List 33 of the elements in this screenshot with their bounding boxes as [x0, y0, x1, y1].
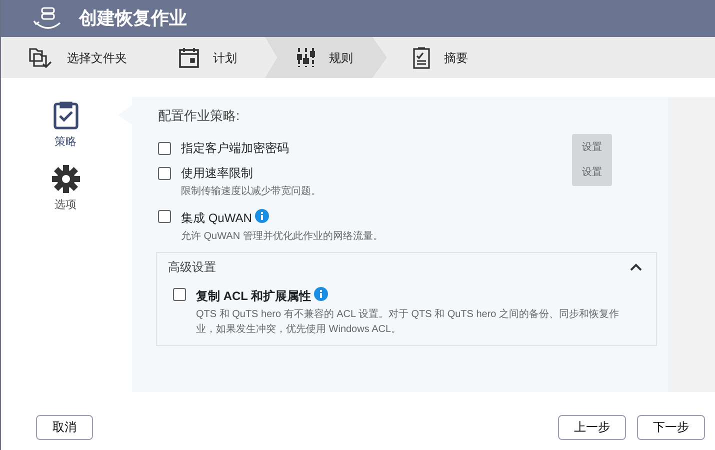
- clipboard-check-icon: [52, 100, 78, 130]
- option-label: 集成 QuWAN: [181, 208, 403, 226]
- gear-icon: [52, 164, 80, 192]
- checkbox[interactable]: [173, 288, 186, 300]
- section-title: 高级设置: [168, 258, 217, 276]
- checkbox[interactable]: [158, 210, 171, 222]
- sliders-icon: [297, 47, 315, 68]
- option-description: QTS 和 QuTS hero 有不兼容的 ACL 设置。对于 QTS 和 QuTS hero 之间的备份、同步和恢复作业，如果发生冲突，优先使用 Windows ACL。: [196, 308, 620, 336]
- checkbox[interactable]: [158, 166, 171, 180]
- restore-icon: [33, 6, 63, 32]
- info-icon[interactable]: [254, 208, 269, 222]
- option-description: 限制传输速度以减少带宽问题。: [181, 184, 322, 198]
- chevron-icon[interactable]: [630, 262, 642, 270]
- option-label: 使用速率限制: [181, 166, 254, 180]
- cancel-button[interactable]: 取消: [36, 414, 93, 440]
- clipboard-icon: [413, 46, 430, 68]
- wizard-step[interactable]: 选择文件夹: [1, 37, 153, 78]
- section-heading: 配置作业策略:: [158, 107, 241, 125]
- option-label: 指定客户端加密密码: [181, 140, 289, 156]
- back-button[interactable]: 上一步: [558, 414, 626, 440]
- checkbox[interactable]: [158, 142, 171, 154]
- option-description: 允许 QuWAN 管理并优化此作业的网络流量。: [181, 230, 384, 244]
- calendar-icon: [179, 47, 199, 68]
- wizard-step[interactable]: 计划: [153, 37, 265, 78]
- info-icon[interactable]: [314, 286, 328, 300]
- sidebar-item[interactable]: 选项: [52, 164, 80, 213]
- next-button[interactable]: 下一步: [637, 414, 705, 440]
- window-title: 创建恢复作业: [79, 7, 187, 30]
- option-label: 复制 ACL 和扩展属性: [196, 286, 656, 304]
- sidebar-item[interactable]: 策略: [52, 100, 78, 150]
- wizard-step[interactable]: 摘要: [387, 37, 496, 78]
- wizard-step[interactable]: 规则: [265, 37, 387, 78]
- folders-icon: [29, 46, 53, 68]
